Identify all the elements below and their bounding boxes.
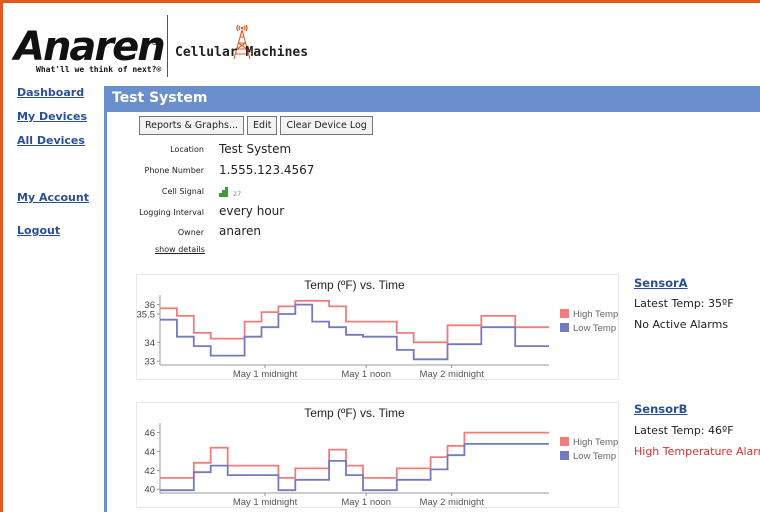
sidebar-item-all-devices[interactable]: All Devices xyxy=(17,134,85,147)
phone-label: Phone Number xyxy=(144,166,204,175)
edit-button[interactable]: Edit xyxy=(247,116,278,135)
x-tick-label: May 2 midnight xyxy=(420,369,485,379)
y-tick-label: 44 xyxy=(144,447,155,458)
cellular-machines-wordmark: Cellular Machines xyxy=(175,45,309,60)
cell-signal-label: Cell Signal xyxy=(161,187,204,196)
location-value: Test System xyxy=(219,142,292,156)
series-line-low-temp xyxy=(160,303,549,361)
y-tick-label: 36 xyxy=(144,300,155,311)
y-tick-label: 35.5 xyxy=(137,310,155,321)
legend-swatch xyxy=(560,451,569,460)
logging-interval-label: Logging Interval xyxy=(139,208,204,217)
owner-value: anaren xyxy=(219,224,261,238)
sensor-b-alarm-status: High Temperature Alarm xyxy=(634,445,760,458)
page-title: Test System xyxy=(112,90,208,106)
sensor-a-alarm-status: No Active Alarms xyxy=(634,318,729,331)
logging-interval-value: every hour xyxy=(219,204,285,218)
legend-swatch xyxy=(560,323,569,332)
chart-title: Temp (ºF) vs. Time xyxy=(304,406,405,420)
series-line-low-temp xyxy=(160,443,549,492)
sensor-a-link[interactable]: SensorA xyxy=(634,276,688,290)
reports-graphs-button[interactable]: Reports & Graphs... xyxy=(139,116,245,135)
sensor-b-latest-temp: Latest Temp: 46ºF xyxy=(634,424,734,437)
legend-label: Low Temp xyxy=(573,323,616,334)
sensor-b-link[interactable]: SensorB xyxy=(634,402,687,416)
header: Anaren ® What'll we think of next?® Cell… xyxy=(0,3,760,83)
series-line-high-temp xyxy=(160,299,549,344)
sensor-b-chart-svg: Temp (ºF) vs. Time 40 42 44 46 May 1 midnight… xyxy=(144,406,618,507)
sensor-b-chart[interactable]: Temp (ºF) vs. Time 40 42 44 46 May 1 midnight… xyxy=(136,402,619,508)
legend-label: High Temp xyxy=(573,437,618,448)
anaren-registered-mark: ® xyxy=(150,37,160,48)
show-details-link[interactable]: show details xyxy=(155,245,205,254)
y-tick-label: 46 xyxy=(144,428,155,439)
y-tick-label: 42 xyxy=(144,466,155,477)
y-tick-label: 34 xyxy=(144,338,155,349)
legend-label: High Temp xyxy=(573,309,618,320)
cell-signal-value: 27 xyxy=(233,190,242,198)
y-tick-label: 33 xyxy=(144,357,155,368)
sensor-a-chart-svg: Temp (ºF) vs. Time 33 34 35.536 May 1 midnig… xyxy=(137,278,618,379)
phone-value: 1.555.123.4567 xyxy=(219,163,315,177)
x-tick-label: May 1 noon xyxy=(341,369,391,379)
legend-swatch xyxy=(560,437,569,446)
anaren-wordmark: Anaren xyxy=(14,24,166,70)
sensor-a-latest-temp: Latest Temp: 35ºF xyxy=(634,297,734,310)
location-label: Location xyxy=(170,145,204,154)
header-divider xyxy=(167,15,168,77)
x-tick-label: May 1 midnight xyxy=(233,497,298,507)
anaren-logo[interactable]: Anaren ® What'll we think of next?® xyxy=(14,24,166,74)
legend-label: Low Temp xyxy=(573,451,616,462)
chart-title: Temp (ºF) vs. Time xyxy=(304,278,405,292)
device-toolbar: Reports & Graphs... Edit Clear Device Lo… xyxy=(139,116,376,135)
sidebar-item-dashboard[interactable]: Dashboard xyxy=(17,86,84,99)
signal-strength-icon xyxy=(219,187,228,197)
sensor-a-chart[interactable]: Temp (ºF) vs. Time 33 34 35.5 36 May 1 midnig… xyxy=(136,274,619,380)
content-left-border xyxy=(104,86,107,512)
page-title-bar: Test System xyxy=(104,86,760,112)
cellular-machines-logo[interactable]: Cellular Machines xyxy=(175,25,335,75)
legend-swatch xyxy=(560,309,569,318)
x-tick-label: May 1 noon xyxy=(341,497,391,507)
sidebar-item-logout[interactable]: Logout xyxy=(17,224,60,237)
x-tick-label: May 1 midnight xyxy=(233,369,298,379)
anaren-tagline: What'll we think of next?® xyxy=(36,65,162,74)
series-line-high-temp xyxy=(160,431,549,479)
owner-label: Owner xyxy=(177,228,204,237)
x-tick-label: May 2 midnight xyxy=(420,497,485,507)
clear-device-log-button[interactable]: Clear Device Log xyxy=(280,116,373,135)
sidebar-item-my-account[interactable]: My Account xyxy=(17,191,89,204)
y-tick-label: 40 xyxy=(144,485,155,496)
sidebar-item-my-devices[interactable]: My Devices xyxy=(17,110,87,123)
